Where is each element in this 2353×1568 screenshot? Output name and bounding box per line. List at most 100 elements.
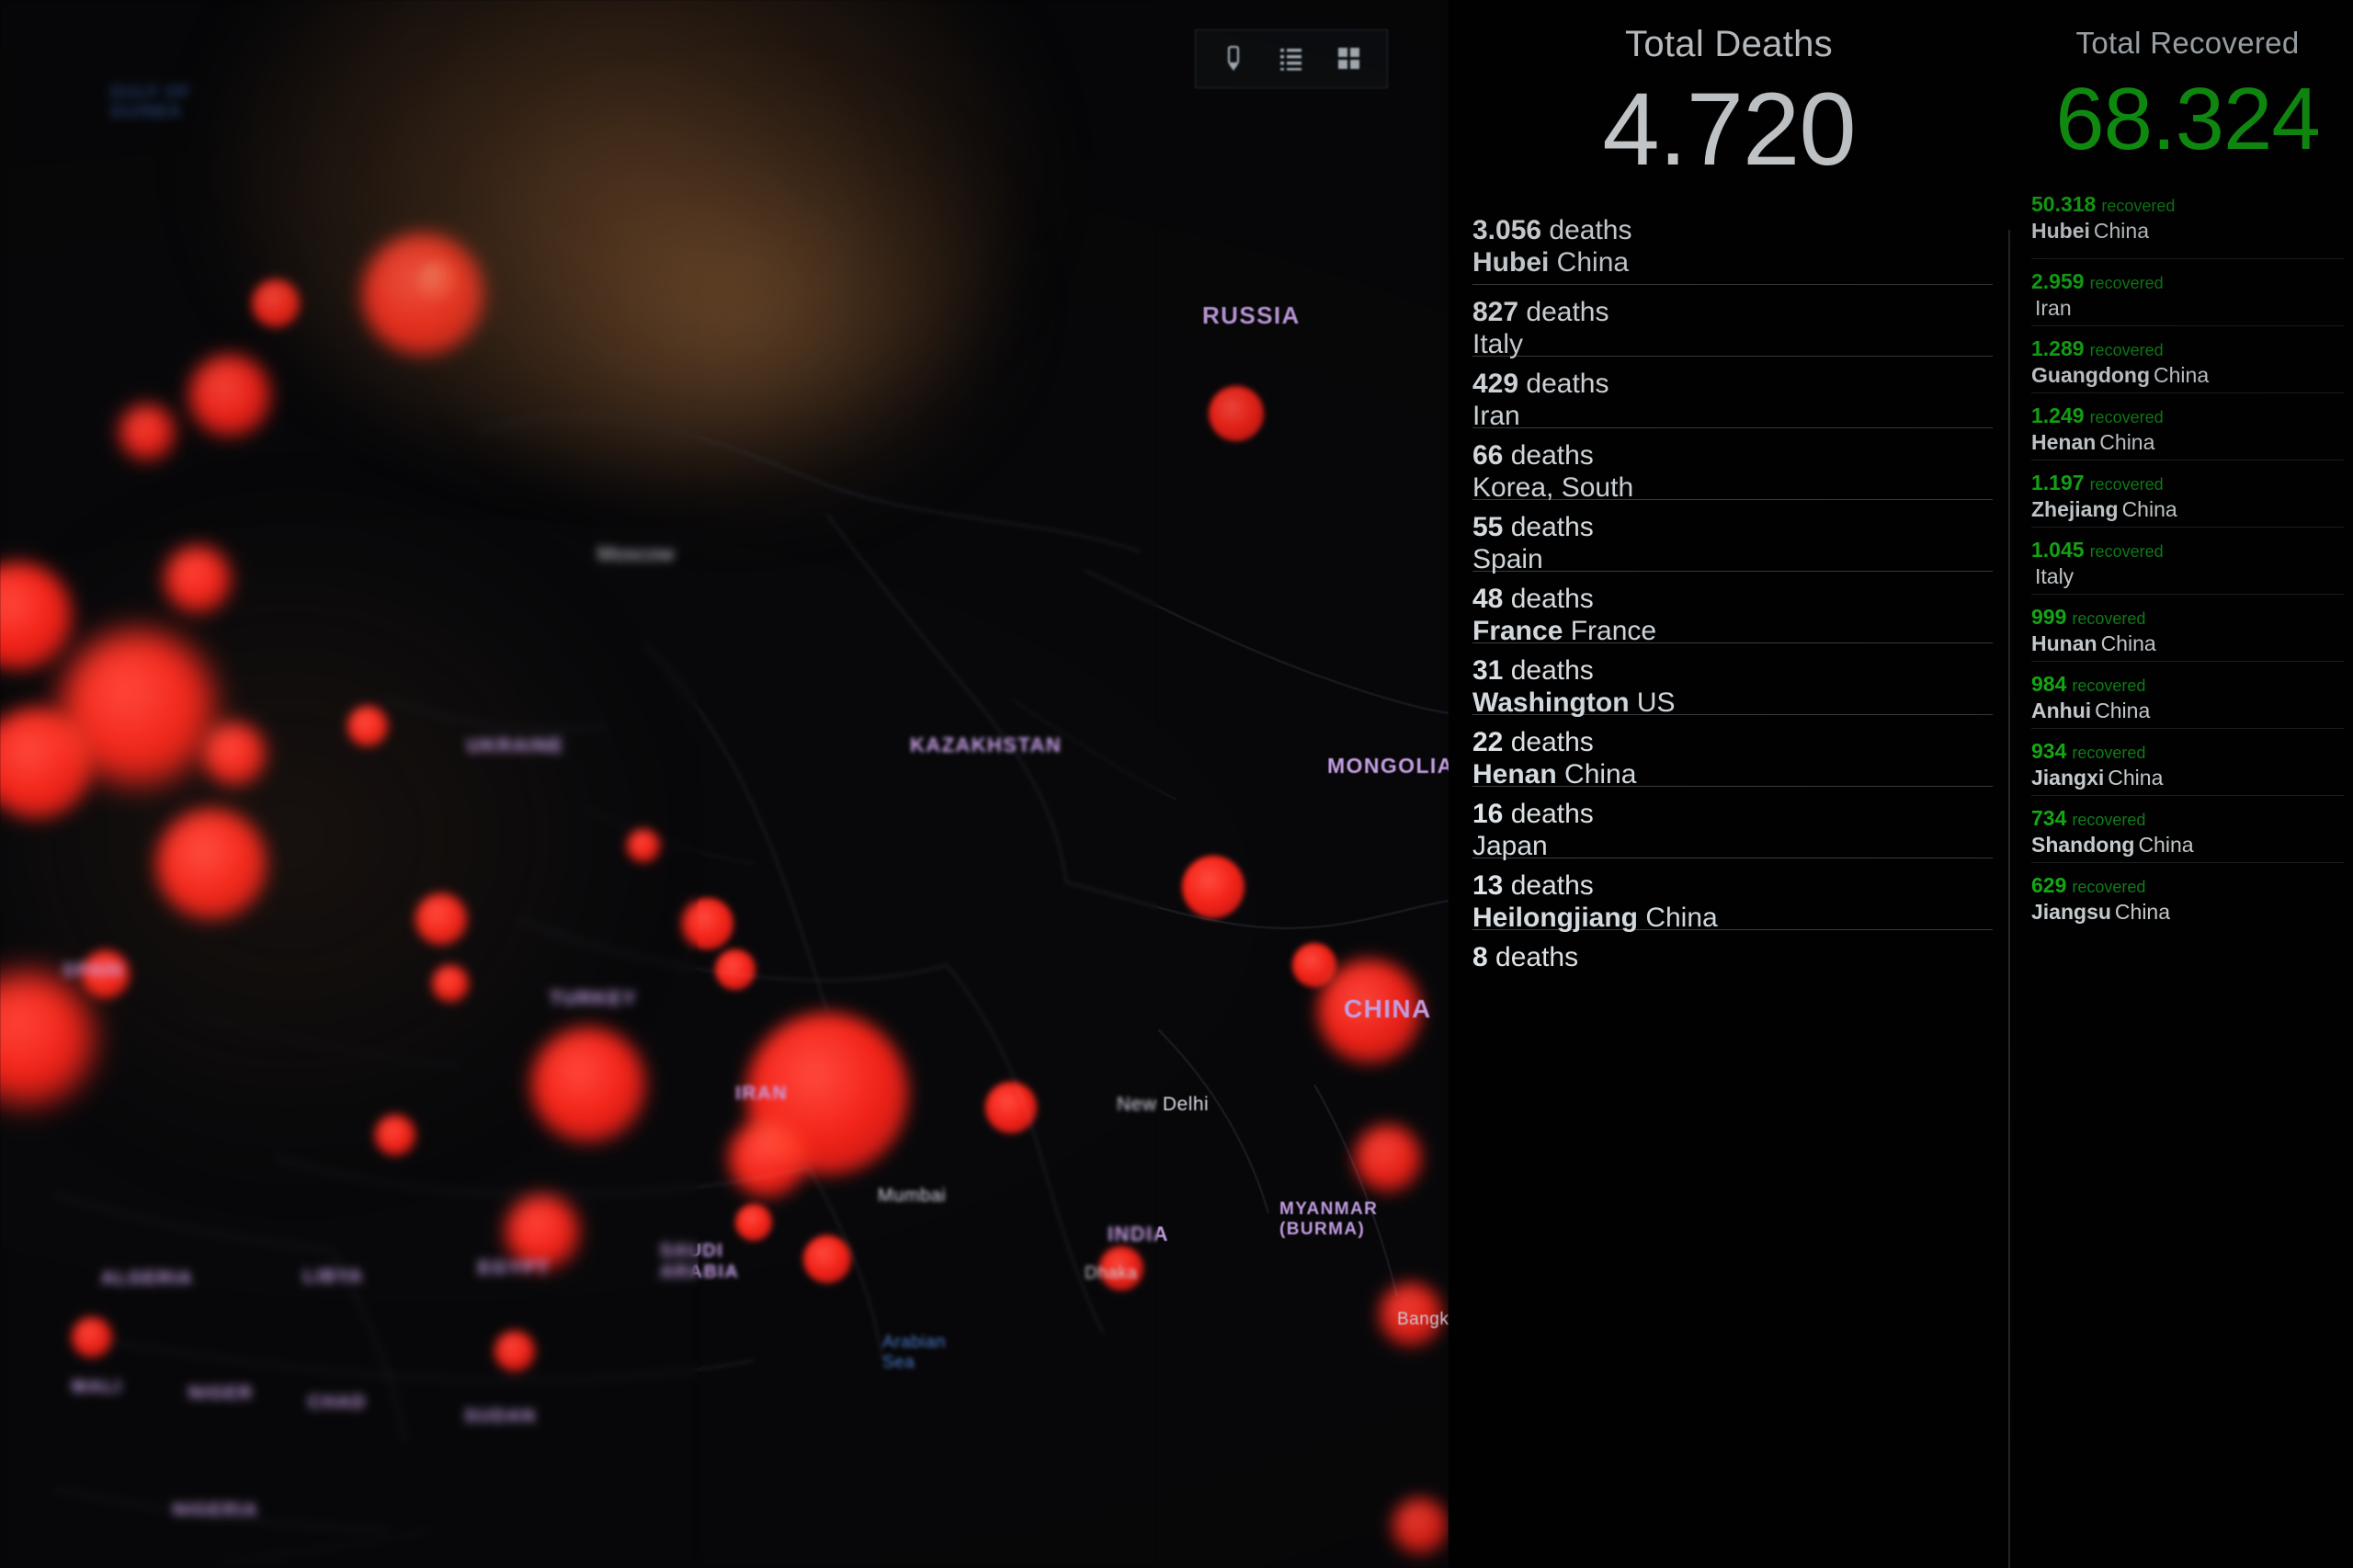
case-bubble[interactable]: [203, 722, 266, 785]
recovered-row-location: Iran: [2031, 296, 2344, 320]
deaths-row-count: 55 deaths: [1472, 513, 1993, 542]
case-bubble[interactable]: [82, 950, 130, 998]
deaths-unit-label: deaths: [1503, 655, 1594, 686]
case-bubble[interactable]: [985, 1082, 1037, 1133]
covid-dashboard-screen: RUSSIA MONGOLIA CHINA UKRAINE KAZAKHSTAN TURK…: [0, 0, 2353, 1568]
recovered-unit-label: recovered: [2089, 274, 2164, 292]
recovered-row[interactable]: 1.289 recovered Guangdong China: [2031, 325, 2344, 392]
map-toolbar[interactable]: [1195, 29, 1388, 88]
case-bubble[interactable]: [803, 1235, 851, 1283]
deaths-count-number: 3.056: [1472, 215, 1542, 245]
recovered-count-number: 999: [2031, 605, 2067, 629]
case-bubble[interactable]: [682, 898, 733, 949]
case-bubble[interactable]: [415, 893, 467, 945]
case-bubble[interactable]: [189, 355, 270, 436]
deaths-country-name: Japan: [1472, 830, 1548, 861]
recovered-country-name: China: [2154, 362, 2210, 387]
recovered-province-name: Hubei: [2031, 218, 2090, 243]
recovered-row[interactable]: 1.045 recovered Italy: [2031, 527, 2344, 594]
deaths-row[interactable]: 55 deaths Spain: [1472, 499, 1993, 574]
deaths-country-name: China: [1549, 246, 1630, 278]
recovered-row[interactable]: 2.959 recovered Iran: [2031, 258, 2344, 325]
recovered-row-count: 734 recovered: [2031, 807, 2344, 830]
case-bubble[interactable]: [735, 1204, 772, 1241]
deaths-row[interactable]: 8 deaths: [1472, 929, 1993, 1001]
recovered-country-name: Iran: [2035, 295, 2072, 320]
recovered-row-count: 629 recovered: [2031, 874, 2344, 897]
deaths-row[interactable]: 22 deaths Henan China: [1472, 714, 1993, 790]
case-bubble[interactable]: [494, 1331, 535, 1371]
deaths-row[interactable]: 3.056 deaths Hubei China: [1472, 212, 1993, 284]
total-deaths-title: Total Deaths: [1625, 24, 1833, 64]
case-bubble[interactable]: [1392, 1498, 1448, 1553]
deaths-row-count: 8 deaths: [1472, 943, 1993, 972]
case-bubble[interactable]: [715, 949, 756, 990]
case-bubble[interactable]: [119, 404, 175, 460]
recovered-country-name: Italy: [2035, 563, 2075, 588]
recovered-province-name: Guangdong: [2031, 362, 2151, 387]
case-bubble[interactable]: [506, 1195, 579, 1268]
recovered-row[interactable]: 629 recovered Jiangsu China: [2031, 862, 2344, 929]
statistics-panel: Total Deaths 4.720 3.056 deaths Hubei Chi…: [1449, 0, 2353, 1568]
recovered-unit-label: recovered: [2089, 475, 2164, 494]
case-bubble[interactable]: [432, 965, 469, 1002]
recovered-count-number: 1.197: [2031, 471, 2085, 494]
case-bubble[interactable]: [627, 829, 660, 862]
total-recovered-value: 68.324: [2055, 70, 2321, 168]
list-view-icon[interactable]: [1276, 41, 1307, 76]
deaths-row[interactable]: 13 deaths Heilongjiang China: [1472, 858, 1993, 933]
world-map-panel[interactable]: RUSSIA MONGOLIA CHINA UKRAINE KAZAKHSTAN TURK…: [0, 0, 1449, 1568]
case-bubble[interactable]: [1209, 386, 1264, 441]
recovered-row-count: 999 recovered: [2031, 606, 2344, 629]
recovered-unit-label: recovered: [2089, 408, 2164, 426]
map-pin-icon[interactable]: [1218, 41, 1249, 76]
deaths-row[interactable]: 48 deaths France France: [1472, 571, 1993, 646]
deaths-count-number: 13: [1472, 870, 1504, 901]
deaths-row-count: 31 deaths: [1472, 656, 1993, 686]
recovered-province-name: Hunan: [2031, 631, 2097, 655]
case-bubble[interactable]: [1355, 1125, 1421, 1191]
case-bubble[interactable]: [416, 260, 457, 301]
case-bubble[interactable]: [156, 809, 267, 919]
recovered-row[interactable]: 734 recovered Shandong China: [2031, 795, 2344, 862]
deaths-count-number: 16: [1472, 799, 1504, 829]
recovered-row-location: Italy: [2031, 564, 2344, 588]
deaths-country-name: Iran: [1472, 400, 1520, 431]
deaths-row[interactable]: 429 deaths Iran: [1472, 356, 1993, 431]
case-bubble[interactable]: [375, 1115, 415, 1155]
recovered-row[interactable]: 999 recovered Hunan China: [2031, 594, 2344, 661]
deaths-unit-label: deaths: [1541, 215, 1632, 245]
case-bubble[interactable]: [72, 1317, 112, 1358]
deaths-province-name: France: [1472, 615, 1563, 646]
deaths-row[interactable]: 66 deaths Korea, South: [1472, 427, 1993, 503]
deaths-row-count: 827 deaths: [1472, 298, 1993, 327]
recovered-list[interactable]: 50.318 recovered Hubei China 2.959 recovered I…: [2022, 191, 2353, 929]
case-bubble[interactable]: [1380, 1283, 1442, 1346]
case-bubble[interactable]: [1318, 960, 1421, 1062]
deaths-row[interactable]: 16 deaths Japan: [1472, 786, 1993, 861]
recovered-unit-label: recovered: [2072, 811, 2146, 829]
case-bubble[interactable]: [1099, 1246, 1143, 1290]
grid-view-icon[interactable]: [1334, 41, 1365, 76]
recovered-row[interactable]: 984 recovered Anhui China: [2031, 661, 2344, 728]
recovered-row[interactable]: 1.197 recovered Zhejiang China: [2031, 460, 2344, 527]
recovered-row[interactable]: 1.249 recovered Henan China: [2031, 392, 2344, 460]
deaths-row[interactable]: 31 deaths Washington US: [1472, 642, 1993, 718]
recovered-row[interactable]: 934 recovered Jiangxi China: [2031, 728, 2344, 795]
deaths-country-name: Korea, South: [1472, 472, 1634, 503]
recovered-count-number: 629: [2031, 873, 2067, 897]
case-bubble[interactable]: [1182, 856, 1245, 918]
recovered-row-location: Jiangsu China: [2031, 900, 2344, 924]
deaths-row-count: 48 deaths: [1472, 585, 1993, 614]
case-bubble[interactable]: [347, 706, 388, 746]
case-bubble[interactable]: [165, 546, 231, 612]
recovered-row[interactable]: 50.318 recovered Hubei China: [2031, 191, 2344, 258]
case-bubble[interactable]: [729, 1119, 806, 1197]
case-bubble[interactable]: [531, 1028, 645, 1142]
deaths-count-number: 66: [1472, 440, 1504, 471]
case-bubble[interactable]: [252, 279, 300, 327]
total-recovered-column: Total Recovered 68.324 50.318 recovered Hu…: [2022, 0, 2353, 1568]
deaths-row[interactable]: 827 deaths Italy: [1472, 284, 1993, 359]
recovered-row-count: 2.959 recovered: [2031, 270, 2344, 293]
deaths-list[interactable]: 3.056 deaths Hubei China 827 deaths Italy 42…: [1449, 212, 2009, 1001]
